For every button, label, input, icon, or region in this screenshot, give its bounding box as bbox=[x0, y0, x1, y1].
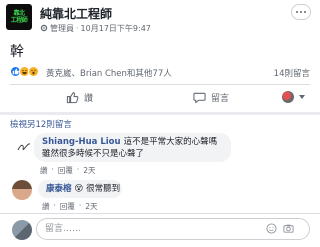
comment-avatar[interactable] bbox=[12, 180, 32, 200]
profile-avatar-icon bbox=[282, 91, 294, 103]
comment-text: 這不是平常大家的心聲嗎 bbox=[123, 137, 218, 147]
comment-avatar[interactable] bbox=[14, 137, 34, 157]
post-meta: 管理員 · 10月17日下午9:47 bbox=[40, 23, 151, 34]
comment-text-line2: 雖然很多時候不只是心聲了 bbox=[42, 149, 145, 159]
admin-gear-icon bbox=[40, 24, 48, 34]
my-avatar bbox=[12, 220, 32, 240]
comment-bubble: Shiang-Hua Liou 這不是平常大家的心聲嗎 雖然很多時候不只是心聲了 bbox=[34, 133, 231, 162]
page-name[interactable]: 純靠北工程師 bbox=[40, 5, 112, 22]
composer-divider bbox=[0, 213, 320, 214]
comment-separator: · bbox=[76, 165, 80, 174]
comment-separator: · bbox=[53, 201, 56, 210]
comment-text: 很常聽到 bbox=[86, 184, 121, 194]
comment-like-link[interactable]: 讚 bbox=[40, 165, 48, 176]
divider bbox=[10, 84, 310, 85]
section-separator bbox=[0, 112, 320, 115]
view-previous-comments-link[interactable]: 檢視另12則留言 bbox=[10, 118, 72, 130]
comment-time[interactable]: 2天 bbox=[85, 201, 97, 212]
comment-separator: · bbox=[78, 201, 82, 210]
signature-avatar-icon bbox=[17, 143, 31, 151]
comments-count[interactable]: 14則留言 bbox=[274, 67, 310, 79]
more-dot-icon bbox=[296, 11, 298, 13]
comment-actions: 讚 · 回覆 · 2天 bbox=[42, 201, 98, 212]
page-avatar[interactable]: 靠北 工程師 bbox=[6, 4, 32, 30]
like-button[interactable]: 讚 bbox=[66, 89, 93, 105]
comment-author[interactable]: 康泰榕 bbox=[46, 184, 72, 194]
more-options-button[interactable] bbox=[291, 4, 311, 20]
author-role: 管理員 bbox=[50, 24, 74, 33]
wow-icon bbox=[28, 66, 39, 77]
like-label: 讚 bbox=[84, 93, 94, 104]
dizzy-face-icon: 😵 bbox=[74, 184, 84, 194]
comment-label: 留言 bbox=[211, 93, 230, 104]
comment-bubble: 康泰榕 😵 很常聽到 bbox=[38, 180, 122, 198]
comment-time[interactable]: 2天 bbox=[83, 165, 95, 176]
post-text: 幹 bbox=[10, 44, 24, 60]
comment-reply-link[interactable]: 回覆 bbox=[58, 165, 73, 176]
share-as-selector[interactable] bbox=[282, 89, 305, 105]
post-timestamp[interactable]: 10月17日下午9:47 bbox=[81, 23, 151, 34]
emoji-icon[interactable] bbox=[266, 223, 277, 234]
composer-icons bbox=[266, 223, 294, 234]
reaction-icons[interactable] bbox=[10, 66, 39, 77]
page-logo: 靠北 工程師 bbox=[10, 10, 28, 24]
thumbs-up-icon bbox=[66, 91, 79, 104]
meta-separator: · bbox=[76, 24, 79, 33]
camera-icon[interactable] bbox=[283, 223, 294, 234]
comment-like-link[interactable]: 讚 bbox=[42, 201, 50, 212]
comment-button[interactable]: 留言 bbox=[193, 89, 229, 105]
chevron-down-icon bbox=[299, 95, 305, 99]
comment-reply-link[interactable]: 回覆 bbox=[60, 201, 75, 212]
reactors-summary[interactable]: 黃克崴、Brian Chen和其他77人 bbox=[46, 67, 172, 79]
comment-bubble-icon bbox=[193, 91, 206, 104]
comment-separator: · bbox=[51, 165, 54, 174]
comment-actions: 讚 · 回覆 · 2天 bbox=[40, 165, 96, 176]
comment-author[interactable]: Shiang-Hua Liou bbox=[42, 137, 121, 147]
